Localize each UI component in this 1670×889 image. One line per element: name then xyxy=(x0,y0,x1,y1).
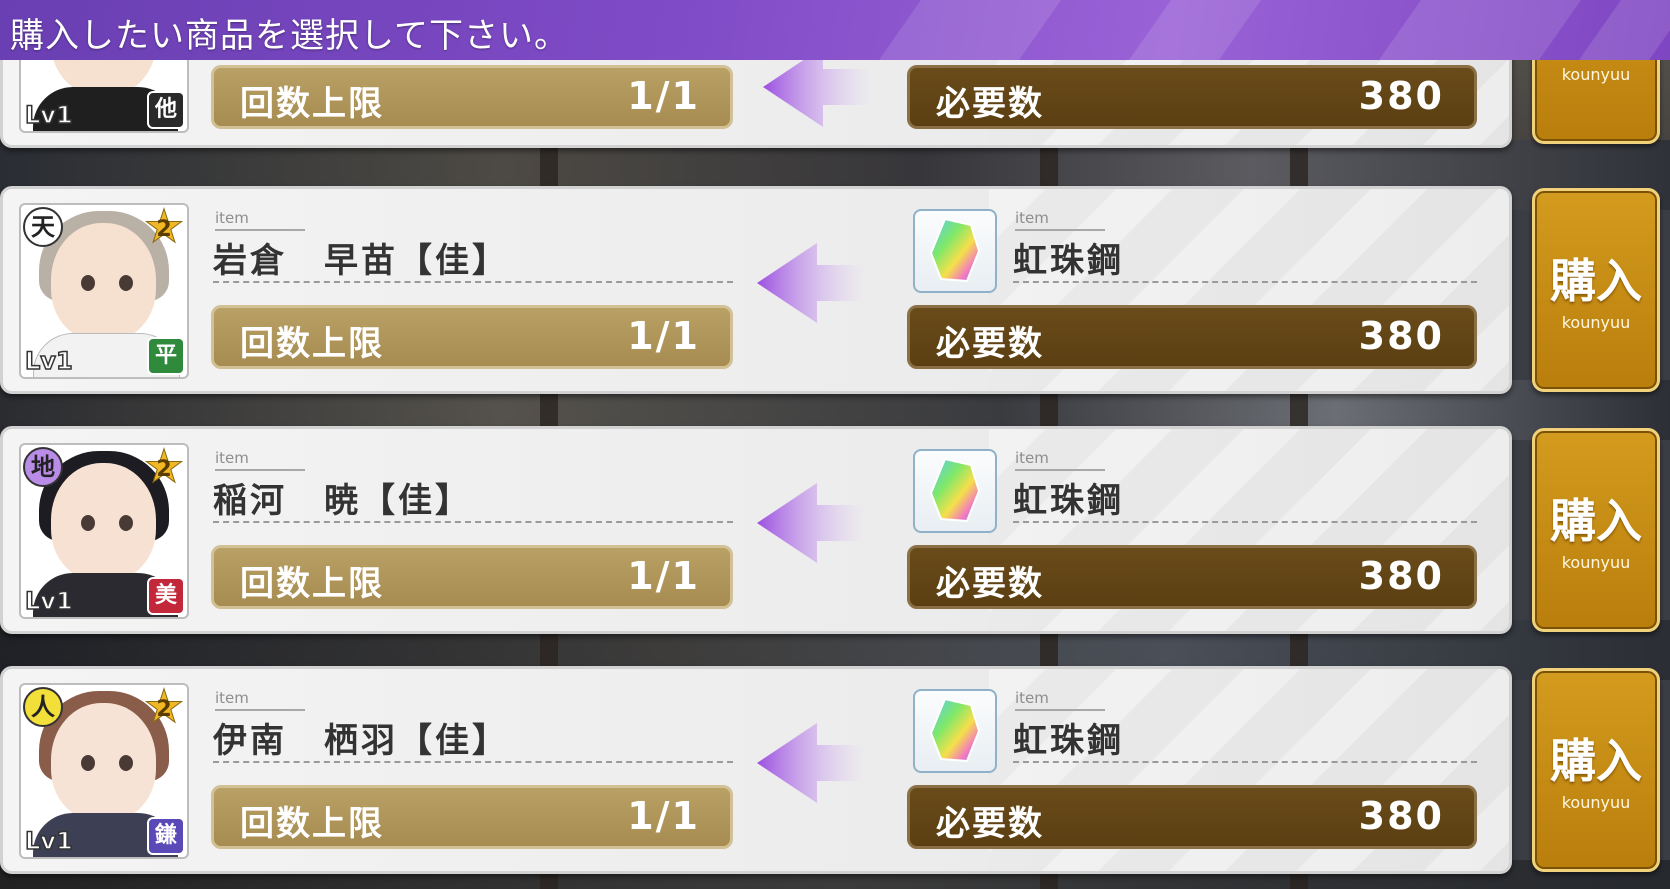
limit-label: 回数上限 xyxy=(240,564,384,604)
required-value: 380 xyxy=(1358,74,1444,118)
limit-value: 1/1 xyxy=(627,794,700,838)
character-portrait: 人 ★ 2 鎌 Lv1 xyxy=(19,683,189,859)
limit-pill: 回数上限 1/1 xyxy=(211,65,733,129)
required-pill: 必要数 380 xyxy=(907,785,1477,849)
level-label: Lv1 xyxy=(24,586,73,616)
clan-badge: 平 xyxy=(147,337,185,375)
arrow-left-icon xyxy=(757,243,867,323)
buy-button[interactable]: 購入 kounyuu xyxy=(1532,668,1660,872)
limit-value: 1/1 xyxy=(627,314,700,358)
rarity-star-icon: ★ 2 xyxy=(143,203,185,253)
character-name: 伊南 栖羽【佳】 xyxy=(213,721,509,761)
item-tag: item xyxy=(215,689,249,707)
attribute-badge: 地 xyxy=(23,447,63,487)
cost-item-name: 虹珠鋼 xyxy=(1013,481,1124,521)
clan-badge: 他 xyxy=(147,91,185,129)
required-value: 380 xyxy=(1358,554,1444,598)
shop-row-panel: 地 ★ 2 美 Lv1 item 稲河 暁【佳】 回数上限 1/1 item 虹珠… xyxy=(0,426,1512,634)
arrow-left-icon xyxy=(757,483,867,563)
limit-pill: 回数上限 1/1 xyxy=(211,785,733,849)
buy-sublabel: kounyuu xyxy=(1561,793,1631,812)
shop-row[interactable]: 人 ★ 2 鎌 Lv1 item 伊南 栖羽【佳】 回数上限 1/1 item 虹… xyxy=(0,666,1670,876)
buy-label: 購入 xyxy=(1550,734,1642,788)
required-label: 必要数 xyxy=(936,804,1044,844)
buy-sublabel: kounyuu xyxy=(1561,313,1631,332)
level-label: Lv1 xyxy=(24,100,73,130)
level-label: Lv1 xyxy=(24,346,73,376)
level-label: Lv1 xyxy=(24,826,73,856)
clan-badge: 鎌 xyxy=(147,817,185,855)
required-label: 必要数 xyxy=(936,84,1044,124)
cost-tag: item xyxy=(1015,209,1049,227)
rainbow-crystal-icon xyxy=(913,449,997,533)
clan-badge: 美 xyxy=(147,577,185,615)
attribute-badge: 人 xyxy=(23,687,63,727)
limit-pill: 回数上限 1/1 xyxy=(211,545,733,609)
character-portrait: 天 ★ 2 平 Lv1 xyxy=(19,203,189,379)
rainbow-crystal-icon xyxy=(913,209,997,293)
character-portrait: 地 ★ 2 美 Lv1 xyxy=(19,443,189,619)
buy-button[interactable]: 購入 kounyuu xyxy=(1532,428,1660,632)
cost-item-name: 虹珠鋼 xyxy=(1013,241,1124,281)
limit-pill: 回数上限 1/1 xyxy=(211,305,733,369)
rarity-star-icon: ★ 2 xyxy=(143,683,185,733)
character-name: 岩倉 早苗【佳】 xyxy=(213,241,509,281)
item-tag: item xyxy=(215,449,249,467)
cost-tag: item xyxy=(1015,689,1049,707)
cost-tag: item xyxy=(1015,449,1049,467)
buy-sublabel: kounyuu xyxy=(1561,553,1631,572)
required-pill: 必要数 380 xyxy=(907,545,1477,609)
limit-label: 回数上限 xyxy=(240,324,384,364)
shop-row[interactable]: 天 ★ 2 平 Lv1 item 岩倉 早苗【佳】 回数上限 1/1 item 虹… xyxy=(0,186,1670,396)
required-value: 380 xyxy=(1358,794,1444,838)
shop-row[interactable]: 地 ★ 2 美 Lv1 item 稲河 暁【佳】 回数上限 1/1 item 虹珠… xyxy=(0,426,1670,636)
item-tag: item xyxy=(215,209,249,227)
instruction-text: 購入したい商品を選択して下さい。 xyxy=(10,16,569,56)
buy-label: 購入 xyxy=(1550,254,1642,308)
required-pill: 必要数 380 xyxy=(907,305,1477,369)
limit-value: 1/1 xyxy=(627,554,700,598)
shop-row-panel: 人 ★ 2 鎌 Lv1 item 伊南 栖羽【佳】 回数上限 1/1 item 虹… xyxy=(0,666,1512,874)
required-label: 必要数 xyxy=(936,564,1044,604)
attribute-badge: 天 xyxy=(23,207,63,247)
limit-label: 回数上限 xyxy=(240,804,384,844)
required-label: 必要数 xyxy=(936,324,1044,364)
shop-row-panel: 天 ★ 2 平 Lv1 item 岩倉 早苗【佳】 回数上限 1/1 item 虹… xyxy=(0,186,1512,394)
buy-button[interactable]: 購入 kounyuu xyxy=(1532,188,1660,392)
required-pill: 必要数 380 xyxy=(907,65,1477,129)
rainbow-crystal-icon xyxy=(913,689,997,773)
arrow-left-icon xyxy=(757,723,867,803)
buy-sublabel: kounyuu xyxy=(1561,65,1631,84)
limit-label: 回数上限 xyxy=(240,84,384,124)
rarity-star-icon: ★ 2 xyxy=(143,443,185,493)
instruction-bar: 購入したい商品を選択して下さい。 xyxy=(0,0,1670,60)
limit-value: 1/1 xyxy=(627,74,700,118)
cost-item-name: 虹珠鋼 xyxy=(1013,721,1124,761)
buy-label: 購入 xyxy=(1550,494,1642,548)
required-value: 380 xyxy=(1358,314,1444,358)
character-name: 稲河 暁【佳】 xyxy=(213,481,472,521)
